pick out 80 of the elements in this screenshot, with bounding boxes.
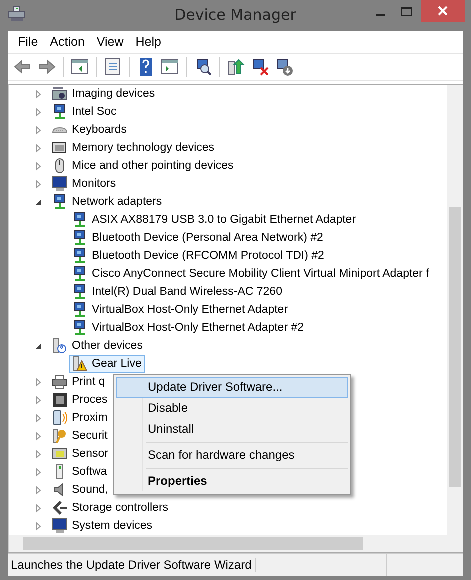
expand-icon[interactable]	[34, 108, 43, 116]
expand-icon[interactable]	[34, 522, 43, 530]
expand-icon[interactable]	[34, 468, 43, 476]
tree-item[interactable]: Keyboards	[49, 121, 130, 139]
camera-icon	[52, 86, 68, 102]
network-adapter-icon	[72, 320, 88, 336]
tree-item[interactable]: Mice and other pointing devices	[49, 157, 237, 175]
net-icon	[52, 104, 68, 120]
expand-icon[interactable]	[34, 378, 43, 386]
expand-icon[interactable]	[34, 162, 43, 170]
network-adapter-icon	[72, 302, 88, 318]
network-adapter-icon	[72, 266, 88, 282]
sensor-icon	[52, 446, 68, 462]
context-menu-item[interactable]: Uninstall	[116, 419, 348, 440]
context-menu-item[interactable]: Disable	[116, 398, 348, 419]
horizontal-scrollbar[interactable]	[9, 535, 463, 552]
tree-item[interactable]: Intel(R) Dual Band Wireless-AC 7260	[69, 283, 286, 301]
tree-item[interactable]: Network adapters	[49, 193, 166, 211]
tree-item[interactable]: Other devices	[49, 337, 146, 355]
chip-icon	[52, 392, 68, 408]
tree-item[interactable]: Gear Live	[69, 355, 145, 373]
tree-item[interactable]: VirtualBox Host-Only Ethernet Adapter #2	[69, 319, 308, 337]
scrollbar-thumb[interactable]	[449, 207, 461, 487]
expand-icon[interactable]	[34, 486, 43, 494]
menu-item[interactable]: File	[12, 35, 44, 49]
network-adapter-icon	[72, 212, 88, 228]
expand-icon[interactable]	[34, 450, 43, 458]
tree-item[interactable]: Memory technology devices	[49, 139, 218, 157]
question-icon	[52, 338, 68, 354]
tree-item[interactable]: Monitors	[49, 175, 120, 193]
expand-icon[interactable]	[34, 126, 43, 134]
storage-icon	[52, 500, 68, 516]
tree-item[interactable]: VirtualBox Host-Only Ethernet Adapter	[69, 301, 292, 319]
tree-item[interactable]: Bluetooth Device (RFCOMM Protocol TDI) #2	[69, 247, 328, 265]
network-adapter-icon	[72, 284, 88, 300]
expand-icon[interactable]	[34, 414, 43, 422]
printer-icon	[52, 374, 68, 390]
tree-item[interactable]: Softwa	[49, 463, 110, 481]
collapse-icon[interactable]	[34, 198, 43, 206]
phone-icon	[52, 410, 68, 426]
tree-item[interactable]: Sensor	[49, 445, 112, 463]
context-menu-item[interactable]: Scan for hardware changes	[116, 445, 348, 466]
expand-icon[interactable]	[34, 144, 43, 152]
warning-icon	[72, 356, 88, 372]
close-button[interactable]	[421, 0, 465, 22]
tree-item[interactable]: Securit	[49, 427, 111, 445]
tree-item[interactable]: System devices	[49, 517, 156, 535]
window-title: Device Manager	[174, 6, 296, 24]
expand-icon[interactable]	[34, 90, 43, 98]
tree-item[interactable]: Proxim	[49, 409, 111, 427]
expand-icon[interactable]	[34, 504, 43, 512]
device-manager-icon	[8, 6, 26, 22]
net-icon	[52, 194, 68, 210]
context-menu-item[interactable]: Properties	[116, 471, 348, 492]
expand-icon[interactable]	[34, 432, 43, 440]
tree-item[interactable]: ASIX AX88179 USB 3.0 to Gigabit Ethernet Adapter	[69, 211, 360, 229]
status-text: Launches the Update Driver Software Wizard	[8, 558, 256, 572]
monitor-icon	[52, 518, 68, 534]
vertical-scrollbar[interactable]	[447, 85, 463, 535]
tree-item[interactable]: Intel Soc	[49, 103, 120, 121]
tree-item[interactable]: Bluetooth Device (Personal Area Network) #2	[69, 229, 326, 247]
collapse-icon[interactable]	[34, 342, 43, 350]
menu-item[interactable]: Help	[130, 35, 168, 49]
tree-item[interactable]: Sound,	[49, 481, 112, 499]
context-menu-item[interactable]: Update Driver Software...	[116, 377, 348, 398]
key-icon	[52, 428, 68, 444]
tree-item[interactable]: Imaging devices	[49, 85, 158, 103]
network-adapter-icon	[72, 230, 88, 246]
tree-item[interactable]: Print q	[49, 373, 108, 391]
tree-item[interactable]: Cisco AnyConnect Secure Mobility Client Virtual Miniport Adapter f	[69, 265, 432, 283]
scrollbar-thumb[interactable]	[23, 537, 363, 550]
network-adapter-icon	[72, 248, 88, 264]
expand-icon[interactable]	[34, 180, 43, 188]
tree-item[interactable]: Storage controllers	[49, 499, 172, 517]
menu-item[interactable]: Action	[44, 35, 91, 49]
monitor-icon	[52, 176, 68, 192]
menu-item[interactable]: View	[90, 35, 130, 49]
expand-icon[interactable]	[34, 396, 43, 404]
box-icon	[52, 140, 68, 156]
tree-item[interactable]: Proces	[49, 391, 111, 409]
